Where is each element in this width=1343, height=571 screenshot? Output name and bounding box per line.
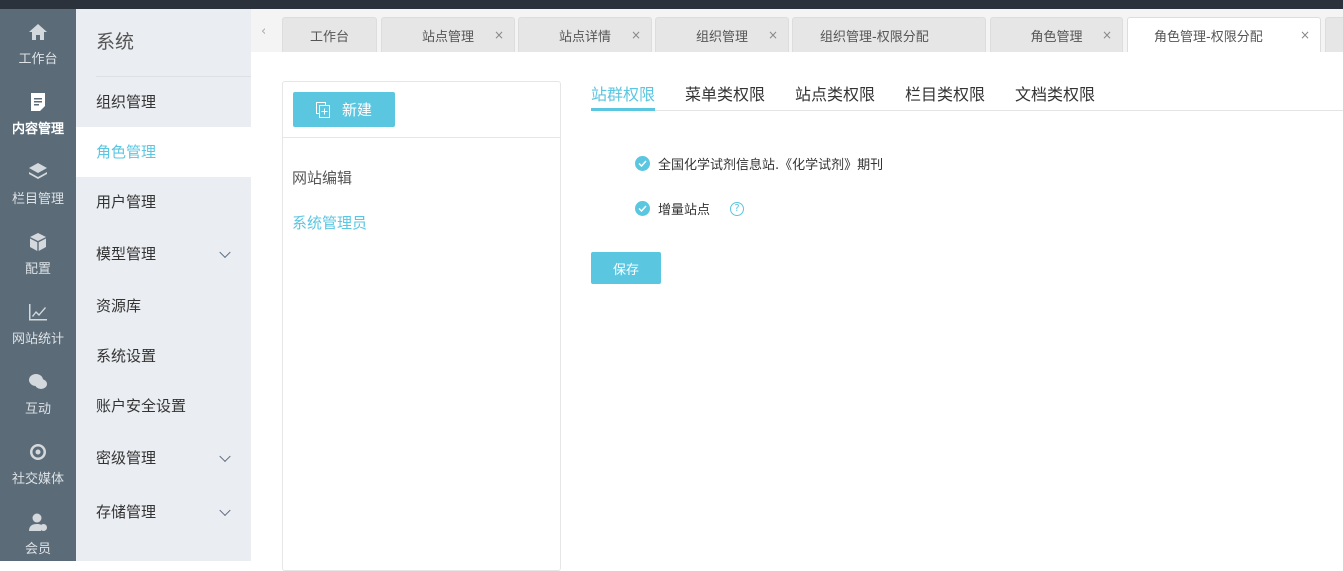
sidebar-item-classification[interactable]: 密级管理 <box>76 431 251 485</box>
close-icon[interactable]: × <box>494 28 504 42</box>
layers-icon <box>29 162 47 179</box>
tab-site-details[interactable]: 站点详情 × <box>518 17 652 52</box>
rail-item-social[interactable]: 社交媒体 <box>0 429 76 499</box>
close-icon[interactable]: × <box>631 28 641 42</box>
tab-column-perms[interactable]: 栏目类权限 <box>905 81 985 111</box>
help-icon[interactable]: ? <box>730 201 745 216</box>
role-item-sysadmin[interactable]: 系统管理员 <box>292 212 367 233</box>
perm-item: 增量站点 ? <box>635 199 745 218</box>
icon-rail: 工作台 内容管理 栏目管理 配置 网站统计 互动 社交媒体 会员 <box>0 9 76 561</box>
new-role-button[interactable]: 新建 <box>293 92 395 127</box>
secondary-sidebar: 系统 组织管理 角色管理 用户管理 模型管理 资源库 系统设置 账户安全设置 密… <box>76 9 251 561</box>
sidebar-title: 系统 <box>96 9 251 77</box>
tab-org-permissions[interactable]: 组织管理-权限分配 <box>792 17 986 52</box>
role-item-web-editor[interactable]: 网站编辑 <box>292 167 352 188</box>
chart-line-icon <box>29 303 47 320</box>
rail-item-content[interactable]: 内容管理 <box>0 79 76 149</box>
tab-role-permissions[interactable]: 角色管理-权限分配 × <box>1127 17 1321 52</box>
tab-site-perms[interactable]: 站点类权限 <box>795 81 875 111</box>
tab-bar: ‹ 工作台 站点管理 × 站点详情 × 组织管理 × 组织管理-权限分配 角色管理 × … <box>251 9 1343 52</box>
sidebar-item-security[interactable]: 账户安全设置 <box>76 381 251 431</box>
cube-icon <box>30 232 46 251</box>
chevron-down-icon <box>219 450 231 463</box>
rail-item-workbench[interactable]: 工作台 <box>0 9 76 79</box>
role-list-panel: 新建 网站编辑 系统管理员 <box>282 81 561 571</box>
permission-tabs: 站群权限 菜单类权限 站点类权限 栏目类权限 文档类权限 <box>591 81 1343 111</box>
close-icon[interactable]: × <box>768 28 778 42</box>
sidebar-item-storage[interactable]: 存储管理 <box>76 485 251 539</box>
tab-org-management[interactable]: 组织管理 × <box>655 17 789 52</box>
save-button[interactable]: 保存 <box>591 252 661 284</box>
tab-site-group-perms[interactable]: 站群权限 <box>591 81 656 111</box>
perm-item: 全国化学试剂信息站.《化学试剂》期刊 <box>635 154 883 173</box>
home-icon <box>29 23 47 40</box>
divider <box>283 137 560 138</box>
rail-item-config[interactable]: 配置 <box>0 219 76 289</box>
rail-item-interaction[interactable]: 互动 <box>0 359 76 429</box>
tab-workbench[interactable]: 工作台 <box>282 17 377 52</box>
rail-item-members[interactable]: 会员 <box>0 499 76 569</box>
sidebar-item-org[interactable]: 组织管理 <box>76 77 251 127</box>
chevron-down-icon <box>219 246 231 259</box>
user-icon <box>29 513 47 531</box>
check-icon <box>638 205 647 212</box>
sidebar-item-users[interactable]: 用户管理 <box>76 177 251 227</box>
close-icon[interactable]: × <box>1102 28 1112 42</box>
tab-site-management[interactable]: 站点管理 × <box>381 17 515 52</box>
sidebar-item-settings[interactable]: 系统设置 <box>76 331 251 381</box>
sidebar-item-roles[interactable]: 角色管理 <box>76 127 251 177</box>
sidebar-item-resources[interactable]: 资源库 <box>76 281 251 331</box>
checkbox-checked[interactable] <box>635 201 650 216</box>
rail-item-columns[interactable]: 栏目管理 <box>0 149 76 219</box>
tab-overflow[interactable] <box>1325 17 1343 52</box>
check-icon <box>638 160 647 167</box>
document-icon <box>31 92 45 111</box>
close-icon[interactable]: × <box>1300 28 1310 42</box>
rail-item-stats[interactable]: 网站统计 <box>0 289 76 359</box>
sidebar-item-models[interactable]: 模型管理 <box>76 227 251 281</box>
tab-document-perms[interactable]: 文档类权限 <box>1015 81 1095 111</box>
social-icon <box>30 443 46 460</box>
checkbox-checked[interactable] <box>635 156 650 171</box>
top-bar <box>0 0 1343 9</box>
tab-menu-perms[interactable]: 菜单类权限 <box>685 81 765 111</box>
tab-scroll-left-icon[interactable]: ‹ <box>261 24 266 39</box>
add-file-icon <box>315 101 330 118</box>
chat-icon <box>29 373 47 389</box>
tab-role-management[interactable]: 角色管理 × <box>990 17 1123 52</box>
chevron-down-icon <box>219 504 231 517</box>
